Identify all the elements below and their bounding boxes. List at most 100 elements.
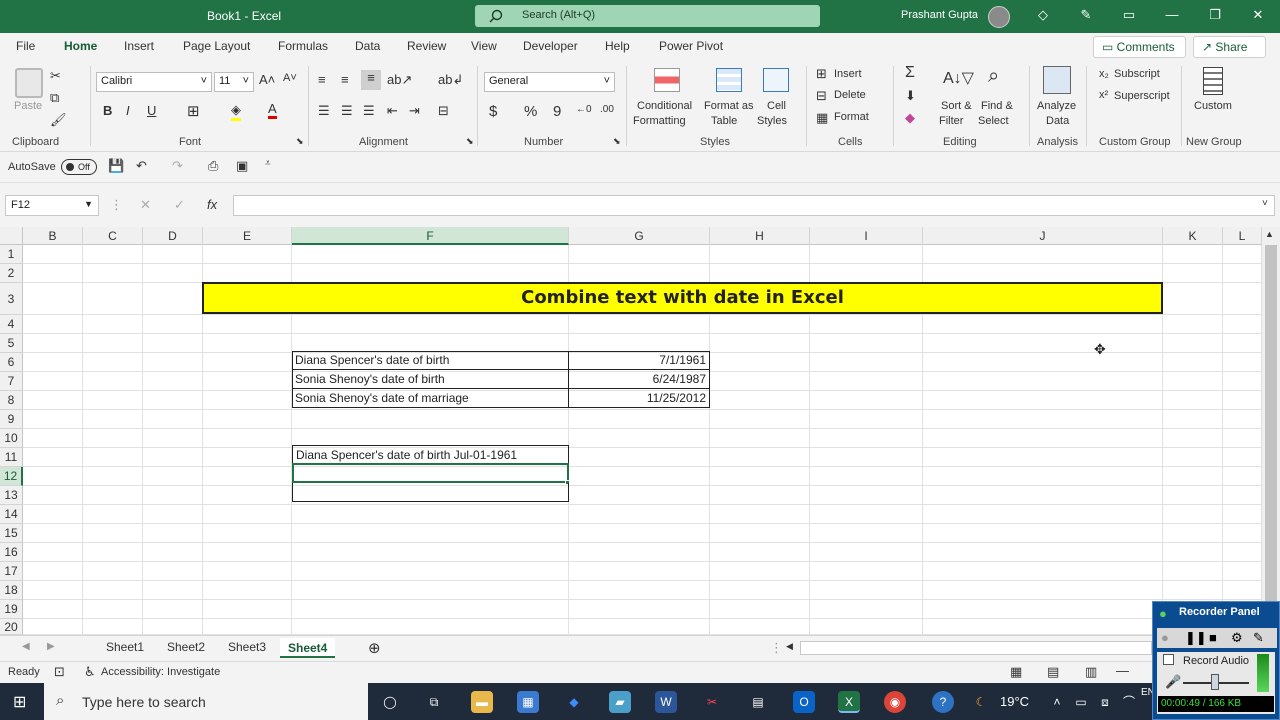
tray-display-icon[interactable]: ⧈ (1094, 691, 1116, 713)
zoom-out-icon[interactable]: — (1116, 663, 1129, 678)
insert-cells-label[interactable]: Insert (834, 68, 862, 80)
row-header-19[interactable]: 19 (0, 600, 23, 619)
avatar[interactable] (988, 6, 1010, 28)
select-all-corner[interactable] (0, 227, 23, 245)
presentation-icon[interactable]: ▤ (747, 691, 769, 713)
customize-qat-icon[interactable]: ⩡ (265, 158, 271, 169)
delete-cells-label[interactable]: Delete (834, 89, 866, 101)
ribbon-display-icon[interactable]: ▭ (1119, 7, 1139, 25)
snipping-tool-icon[interactable]: ✂ (701, 691, 723, 713)
sort-filter-label-2[interactable]: Filter (939, 115, 963, 127)
align-top-icon[interactable]: ≡ (318, 72, 326, 87)
tab-developer[interactable]: Developer (523, 39, 578, 53)
sort-filter-label[interactable]: Sort & (941, 100, 972, 112)
font-color-icon[interactable]: A (268, 101, 277, 119)
vertical-scrollbar[interactable]: ▲ (1262, 227, 1280, 635)
column-header-l[interactable]: L (1223, 227, 1262, 245)
sheet-tab-2[interactable]: Sheet2 (167, 640, 205, 654)
format-as-table-label[interactable]: Format as (704, 100, 754, 112)
analyze-data-label[interactable]: Analyze (1037, 100, 1076, 112)
spreadsheet-grid[interactable]: BCDEFGHIJKL 1 2 3 4 5 6 7 8 9 10 11 12 13 14 15 16 17 18 1… (0, 227, 1262, 635)
analyze-data-icon[interactable] (1043, 66, 1071, 94)
cortana-icon[interactable]: ◯ (379, 691, 401, 713)
next-sheet-icon[interactable]: ▶ (47, 641, 55, 652)
column-header-j[interactable]: J (923, 227, 1163, 245)
insert-cells-icon[interactable]: ⊞ (816, 66, 827, 82)
custom-calculator-icon[interactable] (1203, 67, 1223, 95)
record-audio-label[interactable]: Record Audio (1183, 655, 1249, 667)
column-header-c[interactable]: C (83, 227, 143, 245)
column-header-i[interactable]: I (810, 227, 923, 245)
share-button[interactable]: ↗ Share (1193, 36, 1266, 58)
column-header-g[interactable]: G (569, 227, 710, 245)
font-size-select[interactable]: 11 ˅ (214, 72, 254, 92)
autosave-toggle[interactable]: Off (61, 159, 97, 175)
paste-label[interactable]: Paste (14, 100, 42, 112)
dialog-launcher-icon[interactable]: ⬊ (613, 136, 621, 147)
conditional-formatting-label-2[interactable]: Formatting (633, 115, 686, 127)
scroll-up-icon[interactable]: ▲ (1265, 229, 1274, 239)
align-center-icon[interactable]: ☰ (341, 103, 353, 119)
align-right-icon[interactable]: ☰ (363, 103, 375, 119)
increase-indent-icon[interactable]: ⇥ (409, 103, 420, 119)
comma-icon[interactable]: 9 (553, 103, 561, 120)
column-header-k[interactable]: K (1163, 227, 1223, 245)
fill-color-icon[interactable]: ◈ (231, 102, 241, 121)
tab-power-pivot[interactable]: Power Pivot (659, 39, 723, 53)
sheet-tab-3[interactable]: Sheet3 (228, 640, 266, 654)
windows-start-icon[interactable]: ⊞ (13, 692, 26, 712)
tab-page-layout[interactable]: Page Layout (183, 39, 250, 53)
cell-styles-icon[interactable] (763, 68, 789, 92)
dropbox-icon[interactable]: ◆ (563, 691, 585, 713)
cell-g7[interactable]: 6/24/1987 (568, 370, 710, 389)
find-select-label[interactable]: Find & (981, 100, 1013, 112)
percent-icon[interactable]: % (524, 103, 537, 120)
title-banner[interactable]: Combine text with date in Excel (202, 282, 1163, 314)
tab-file[interactable]: File (16, 39, 35, 53)
tab-formulas[interactable]: Formulas (278, 39, 328, 53)
restore-icon[interactable]: ❐ (1205, 7, 1225, 25)
find-select-icon[interactable]: ⌕ (988, 65, 999, 88)
save-icon[interactable]: 💾 (108, 158, 124, 174)
format-cells-icon[interactable]: ▦ (816, 110, 828, 126)
currency-icon[interactable]: $ (489, 103, 497, 120)
orientation-icon[interactable]: ab↗ (387, 72, 412, 88)
row-header-11[interactable]: 11 (0, 448, 23, 467)
tab-home[interactable]: Home (64, 39, 97, 53)
row-header-17[interactable]: 17 (0, 562, 23, 581)
merge-center-icon[interactable]: ⊟ (438, 103, 449, 119)
cell-f13[interactable] (292, 483, 569, 502)
cancel-icon[interactable]: ✕ (140, 197, 151, 213)
column-header-b[interactable]: B (23, 227, 83, 245)
underline-icon[interactable]: U (147, 103, 156, 118)
settings-icon[interactable]: ⚙ (1231, 630, 1243, 646)
cell-f11[interactable]: Diana Spencer's date of birth Jul-01-196… (292, 445, 569, 464)
tab-view[interactable]: View (471, 39, 497, 53)
file-explorer-icon[interactable]: ▬ (471, 691, 493, 713)
record-button-icon[interactable]: ● (1161, 630, 1169, 645)
superscript-label[interactable]: Superscript (1114, 90, 1170, 102)
enter-icon[interactable]: ✓ (174, 197, 185, 213)
cell-styles-label-2[interactable]: Styles (757, 115, 787, 127)
column-header-f[interactable]: F (292, 227, 569, 245)
prev-sheet-icon[interactable]: ◀ (22, 641, 30, 652)
macro-record-icon[interactable]: ⊡ (54, 664, 65, 680)
decrease-indent-icon[interactable]: ⇤ (387, 103, 398, 119)
store-icon[interactable]: ▦ (517, 691, 539, 713)
picture-icon[interactable]: ▣ (236, 158, 248, 174)
row-header-20[interactable]: 20 (0, 619, 23, 635)
minimize-icon[interactable]: — (1162, 7, 1182, 25)
tray-network-icon[interactable]: ⌒ (1118, 691, 1140, 713)
row-header-2[interactable]: 2 (0, 264, 23, 283)
scroll-thumb[interactable] (1265, 245, 1277, 605)
outlook-icon[interactable]: O (793, 691, 815, 713)
column-header-e[interactable]: E (203, 227, 292, 245)
row-header-15[interactable]: 15 (0, 524, 23, 543)
row-header-14[interactable]: 14 (0, 505, 23, 524)
tab-insert[interactable]: Insert (124, 39, 154, 53)
close-icon[interactable]: ✕ (1248, 7, 1268, 25)
excel-icon[interactable]: X (838, 691, 860, 713)
add-sheet-icon[interactable]: ⊕ (368, 639, 381, 657)
help-icon[interactable]: ? (932, 691, 954, 713)
cell-f6[interactable]: Diana Spencer's date of birth (292, 351, 569, 370)
